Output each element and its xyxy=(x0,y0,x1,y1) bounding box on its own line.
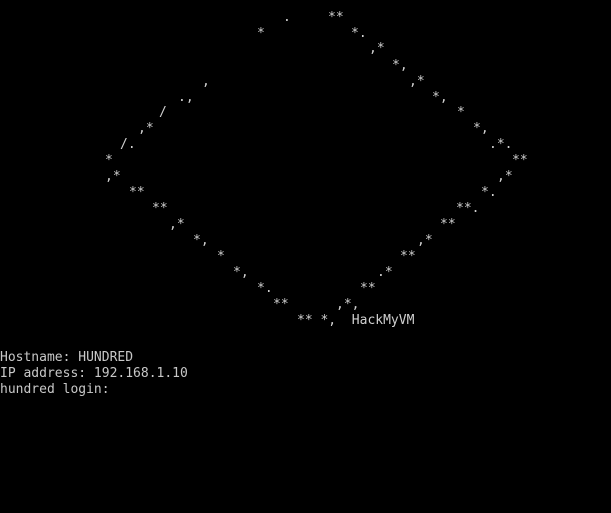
ip-address-line: IP address: 192.168.1.10 xyxy=(0,366,188,381)
ascii-art-fragment: .* xyxy=(377,265,393,280)
ascii-art-fragment: ,* xyxy=(105,169,121,184)
ascii-art-fragment: ** xyxy=(360,281,376,296)
ascii-art-fragment: .*. xyxy=(489,137,513,152)
ascii-art-fragment: * xyxy=(257,26,265,41)
ascii-art-fragment: *, xyxy=(193,233,209,248)
ascii-art-fragment: ** xyxy=(400,249,416,264)
console-output: Hostname: HUNDRED IP address: 192.168.1.… xyxy=(0,350,188,398)
ascii-art-fragment: ,* xyxy=(169,217,185,232)
ascii-art-fragment: *, xyxy=(392,58,408,73)
ascii-art-fragment: ,* xyxy=(369,41,385,56)
ascii-art-fragment: ,* xyxy=(138,121,154,136)
ascii-art-banner: . ** * *. ,* *,, ,*., *, / * ,* *,/. .*. * ** ,* ,* ** *. *… xyxy=(0,0,611,340)
ascii-art-fragment: * xyxy=(105,153,113,168)
ascii-art-fragment: , xyxy=(202,74,210,89)
terminal-screen[interactable]: . ** * *. ,* *,, ,*., *, / * ,* *,/. .*. * ** ,* ,* ** *. *… xyxy=(0,0,611,513)
login-prompt[interactable]: hundred login: xyxy=(0,382,188,398)
ascii-art-fragment: *, xyxy=(432,90,448,105)
ascii-art-fragment: ** xyxy=(273,297,289,312)
ascii-art-fragment: . xyxy=(283,10,291,25)
ascii-art-fragment: ., xyxy=(178,90,194,105)
ascii-art-fragment: ** xyxy=(328,10,344,25)
ascii-art-fragment: * xyxy=(217,249,225,264)
ascii-art-fragment: ,* xyxy=(409,74,425,89)
ascii-art-fragment: ,*, xyxy=(336,297,360,312)
hostname-line: Hostname: HUNDRED xyxy=(0,350,134,365)
ascii-art-fragment: **. xyxy=(456,201,480,216)
ascii-art-fragment: ** xyxy=(440,217,456,232)
ascii-art-fragment: * xyxy=(457,105,465,120)
ascii-art-fragment: ** *, HackMyVM xyxy=(297,313,415,328)
ascii-art-fragment: ,* xyxy=(417,233,433,248)
ascii-art-fragment: ** xyxy=(129,185,145,200)
ascii-art-fragment: ** xyxy=(152,201,168,216)
ascii-art-fragment: ,* xyxy=(497,169,513,184)
ascii-art-fragment: ** xyxy=(512,153,528,168)
ascii-art-fragment: *, xyxy=(473,121,489,136)
ascii-art-fragment: *. xyxy=(351,26,367,41)
ascii-art-fragment: *. xyxy=(481,185,497,200)
ascii-art-fragment: / xyxy=(159,105,167,120)
ascii-art-fragment: *, xyxy=(233,265,249,280)
ascii-art-fragment: *. xyxy=(257,281,273,296)
ascii-art-fragment: /. xyxy=(120,137,136,152)
